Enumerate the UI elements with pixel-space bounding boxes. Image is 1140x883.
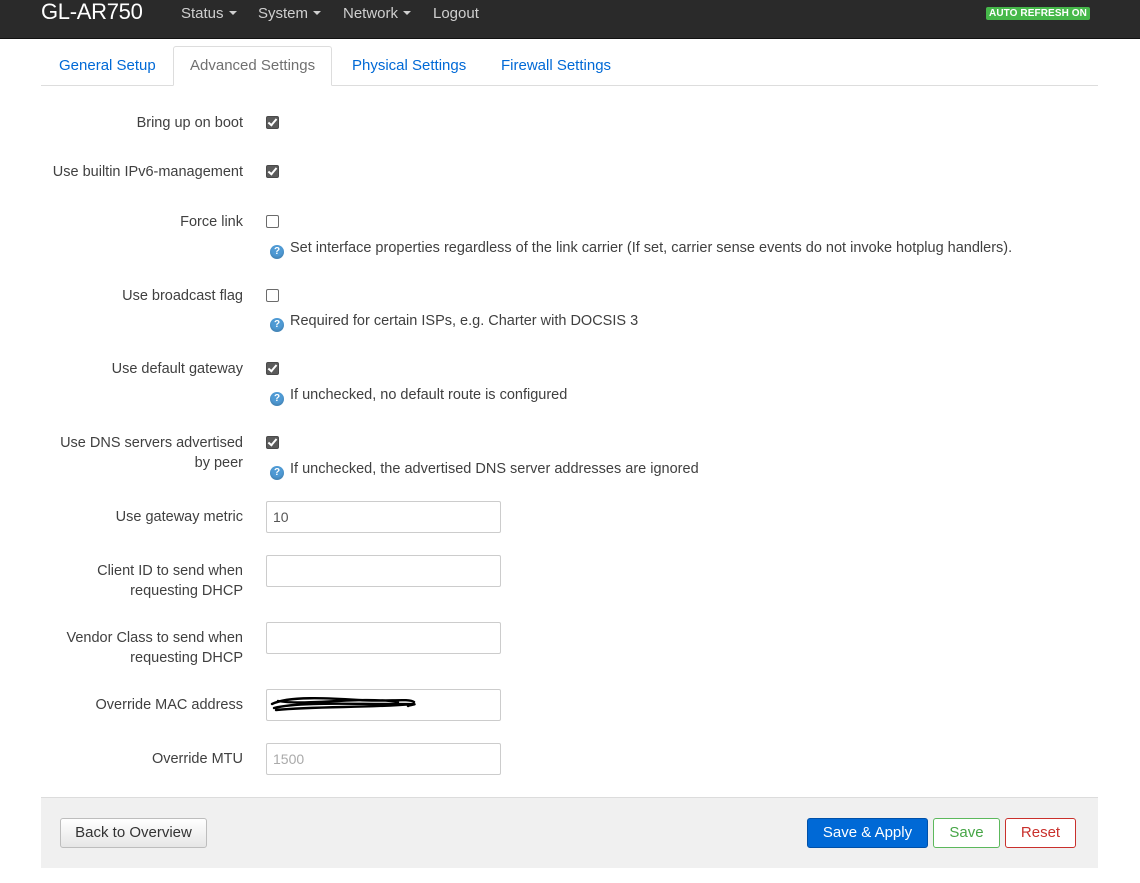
peer-dns-help: ? If unchecked, the advertised DNS server… <box>270 460 699 480</box>
tab-general-setup[interactable]: General Setup <box>59 46 156 85</box>
default-gateway-checkbox[interactable] <box>266 362 279 375</box>
client-id-label: Client ID to send when requesting DHCP <box>97 563 243 599</box>
override-mac-input[interactable] <box>266 689 501 721</box>
tab-advanced-settings[interactable]: Advanced Settings <box>173 46 333 86</box>
default-gateway-help: ? If unchecked, no default route is confi… <box>270 386 567 406</box>
bring-up-on-boot-label: Bring up on boot <box>136 115 243 131</box>
caret-down-icon <box>228 11 237 15</box>
form-actions-bar: Back to Overview Save & Apply Save Reset <box>41 797 1098 868</box>
gateway-metric-label: Use gateway metric <box>115 509 243 525</box>
nav-status-label: Status <box>181 5 224 22</box>
bring-up-on-boot-checkbox[interactable] <box>266 116 279 129</box>
default-gateway-help-text: If unchecked, no default route is config… <box>290 387 568 403</box>
tab-firewall-settings[interactable]: Firewall Settings <box>501 46 611 85</box>
brand-logo[interactable]: GL-AR750 <box>41 0 143 27</box>
question-circle-icon: ? <box>270 318 284 332</box>
force-link-label: Force link <box>180 214 243 230</box>
top-navbar: GL-AR750 Status System Network Logout AU… <box>0 0 1140 39</box>
force-link-help: ? Set interface properties regardless of … <box>270 239 1012 259</box>
nav-network-menu[interactable]: Network <box>343 5 412 23</box>
force-link-help-text: Set interface properties regardless of t… <box>290 240 1013 256</box>
peer-dns-label: Use DNS servers advertised by peer <box>60 435 243 471</box>
settings-tabs: General Setup Advanced Settings Physical… <box>41 46 1098 86</box>
question-circle-icon: ? <box>270 392 284 406</box>
override-mtu-label: Override MTU <box>151 751 243 767</box>
vendor-class-input[interactable] <box>266 622 501 654</box>
client-id-input[interactable] <box>266 555 501 587</box>
tab-physical-settings[interactable]: Physical Settings <box>352 46 466 85</box>
force-link-checkbox[interactable] <box>266 215 279 228</box>
ipv6-management-checkbox[interactable] <box>266 165 279 178</box>
broadcast-flag-help-text: Required for certain ISPs, e.g. Charter … <box>290 313 639 329</box>
question-circle-icon: ? <box>270 466 284 480</box>
save-button[interactable]: Save <box>933 818 1000 848</box>
back-to-overview-button[interactable]: Back to Overview <box>60 818 207 848</box>
reset-button[interactable]: Reset <box>1005 818 1076 848</box>
gateway-metric-input[interactable] <box>266 501 501 533</box>
default-gateway-label: Use default gateway <box>111 361 243 377</box>
nav-system-menu[interactable]: System <box>258 5 322 23</box>
override-mtu-input[interactable] <box>266 743 501 775</box>
nav-logout-link[interactable]: Logout <box>433 5 479 23</box>
peer-dns-checkbox[interactable] <box>266 436 279 449</box>
auto-refresh-badge[interactable]: AUTO REFRESH ON <box>986 7 1090 20</box>
save-apply-button[interactable]: Save & Apply <box>807 818 928 848</box>
override-mac-label: Override MAC address <box>95 697 243 713</box>
nav-network-label: Network <box>343 5 399 22</box>
caret-down-icon <box>403 11 412 15</box>
vendor-class-label: Vendor Class to send when requesting DHC… <box>66 630 243 666</box>
ipv6-management-label: Use builtin IPv6-management <box>52 164 243 180</box>
peer-dns-help-text: If unchecked, the advertised DNS server … <box>290 461 699 477</box>
nav-status-menu[interactable]: Status <box>181 5 237 23</box>
question-circle-icon: ? <box>270 245 284 259</box>
broadcast-flag-label: Use broadcast flag <box>122 288 243 304</box>
broadcast-flag-checkbox[interactable] <box>266 289 279 302</box>
broadcast-flag-help: ? Required for certain ISPs, e.g. Charter… <box>270 312 638 332</box>
caret-down-icon <box>313 11 322 15</box>
nav-system-label: System <box>258 5 309 22</box>
